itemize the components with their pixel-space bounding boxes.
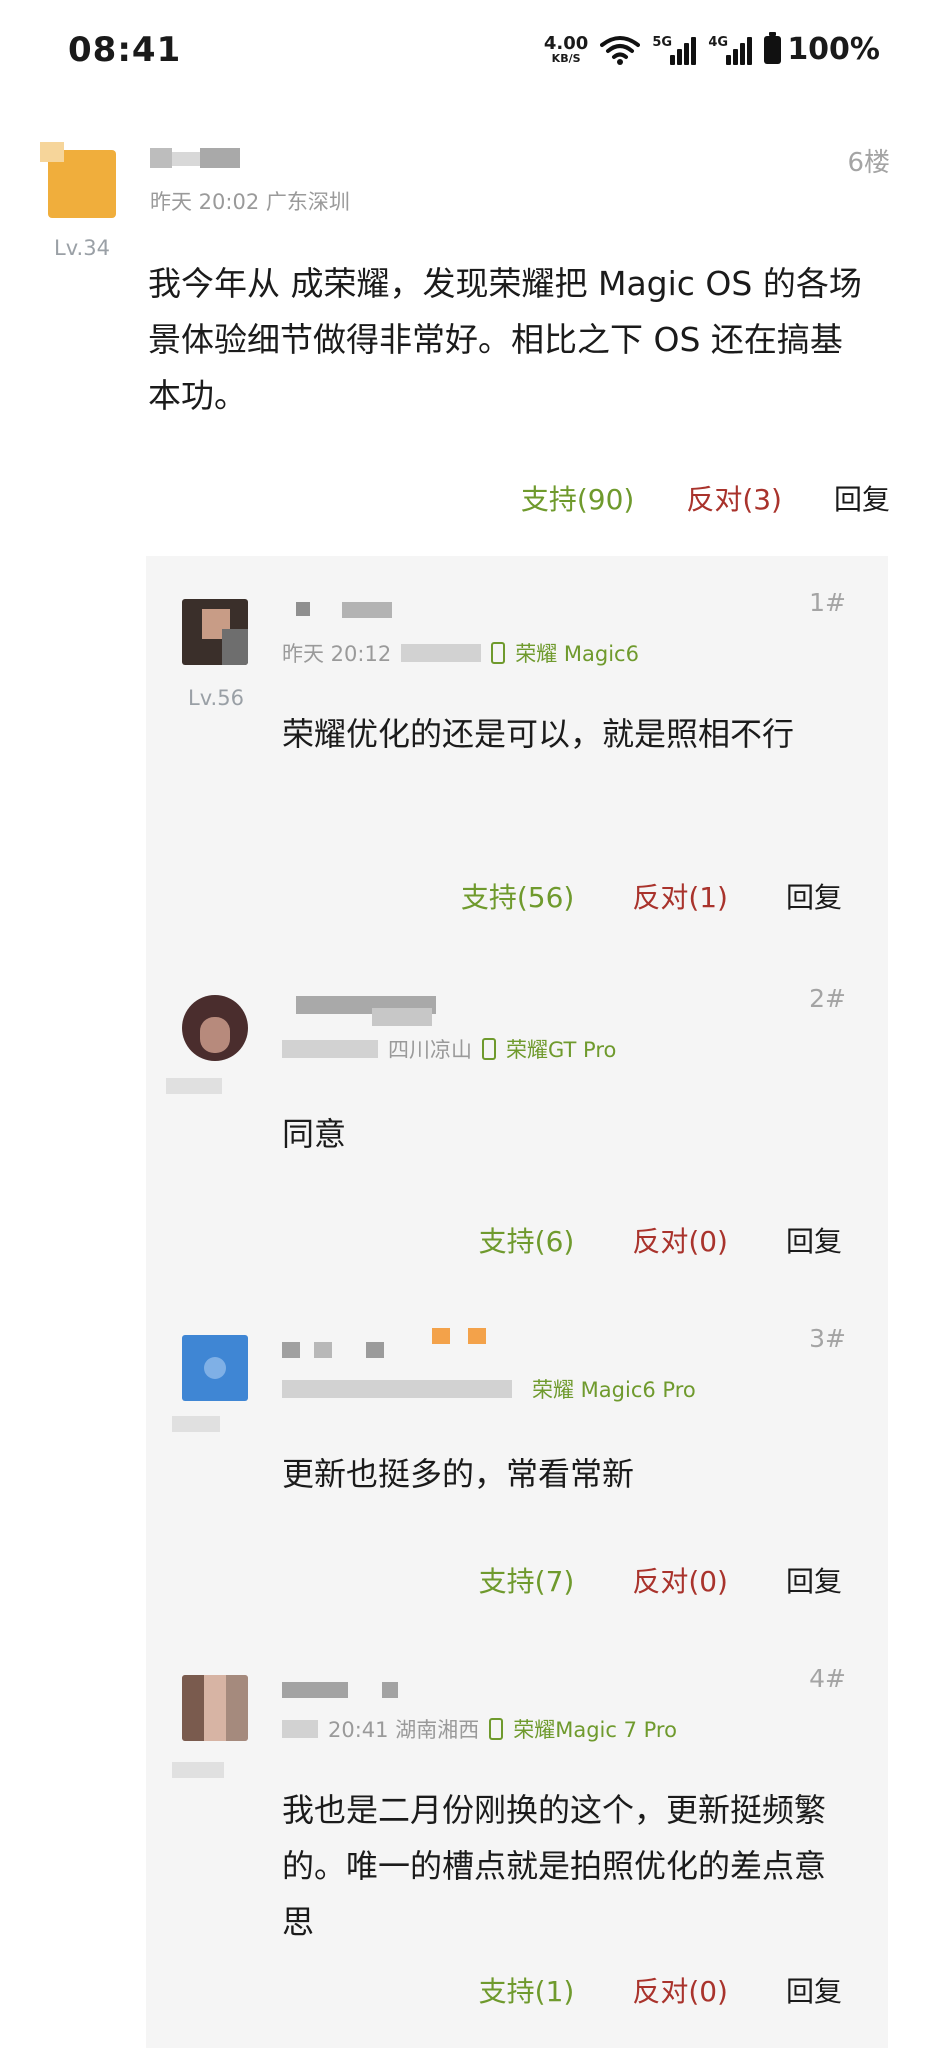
reply-floor: 4# — [809, 1664, 846, 1693]
network-speed: 4.00 KB/S — [543, 33, 589, 65]
oppose-button[interactable]: 反对(0) — [632, 1560, 728, 1600]
support-button[interactable]: 支持(90) — [521, 478, 634, 518]
time-blurred — [282, 1040, 378, 1058]
reply-item: 荣耀 Magic6 Pro 3# 更新也挺多的，常看常新 支持(7) 反对(0)… — [146, 1292, 888, 1632]
location-blurred — [401, 644, 482, 662]
time-blurred — [282, 1720, 318, 1738]
reply-content: 更新也挺多的，常看常新 — [282, 1455, 635, 1493]
device-label: 荣耀 Magic6 — [515, 642, 639, 666]
reply-meta: 昨天 20:12 荣耀 Magic6 — [282, 638, 639, 668]
user-level-blurred — [166, 1078, 222, 1094]
reply-time-location: 20:41 湖南湘西 — [328, 1718, 480, 1742]
post-content: 我今年从 成荣耀，发现荣耀把 Magic OS 的各场景体验细节做得非常好。相比… — [148, 264, 862, 415]
oppose-button[interactable]: 反对(3) — [686, 478, 782, 518]
support-button[interactable]: 支持(1) — [479, 1970, 575, 2010]
floor-number: 6楼 — [847, 148, 890, 178]
oppose-button[interactable]: 反对(0) — [632, 1220, 728, 1260]
avatar[interactable] — [182, 1675, 248, 1741]
replies-panel: 昨天 20:12 荣耀 Magic6 1# Lv.56 荣耀优化的还是可以，就是… — [146, 556, 888, 2048]
reply-button[interactable]: 回复 — [786, 1560, 842, 1600]
avatar[interactable] — [40, 142, 116, 218]
reply-item: 昨天 20:12 荣耀 Magic6 1# Lv.56 荣耀优化的还是可以，就是… — [146, 556, 888, 952]
reply-content: 同意 — [282, 1115, 347, 1153]
reply-meta: 四川凉山 荣耀GT Pro — [282, 1034, 616, 1064]
device-label: 荣耀GT Pro — [506, 1038, 617, 1062]
battery-icon — [764, 31, 782, 64]
reply-location: 四川凉山 — [388, 1038, 472, 1062]
phone-icon — [489, 1718, 504, 1740]
reply-content: 我也是二月份刚换的这个，更新挺频繁的。唯一的槽点就是拍照优化的差点意思 — [282, 1791, 827, 1941]
device-label: 荣耀Magic 7 Pro — [513, 1718, 677, 1742]
signal-5g-icon: 5G — [652, 34, 697, 65]
network-speed-unit: KB/S — [551, 52, 581, 65]
oppose-button[interactable]: 反对(1) — [632, 876, 728, 916]
user-level-blurred — [172, 1762, 224, 1778]
network-speed-value: 4.00 — [543, 33, 589, 54]
reply-actions: 支持(7) 反对(0) 回复 — [479, 1560, 842, 1600]
user-level: Lv.34 — [54, 236, 110, 260]
reply-actions: 支持(1) 反对(0) 回复 — [479, 1970, 842, 2010]
reply-button[interactable]: 回复 — [786, 1970, 842, 2010]
reply-meta: 20:41 湖南湘西 荣耀Magic 7 Pro — [282, 1714, 677, 1744]
reply-time: 昨天 20:12 — [282, 642, 392, 666]
signal-4g-label: 4G — [708, 34, 729, 50]
device-label: 荣耀 Magic6 Pro — [532, 1378, 696, 1402]
avatar[interactable] — [182, 995, 248, 1061]
signal-5g-label: 5G — [652, 34, 673, 50]
status-time: 08:41 — [68, 30, 182, 70]
battery-indicator: 100% — [764, 31, 880, 67]
oppose-button[interactable]: 反对(0) — [632, 1970, 728, 2010]
avatar[interactable] — [182, 1335, 248, 1401]
support-button[interactable]: 支持(6) — [479, 1220, 575, 1260]
support-button[interactable]: 支持(56) — [461, 876, 574, 916]
post-meta: 昨天 20:02 广东深圳 — [150, 190, 350, 214]
wifi-icon — [600, 35, 641, 65]
reply-button[interactable]: 回复 — [786, 876, 842, 916]
phone-icon — [491, 642, 506, 664]
reply-actions: 支持(56) 反对(1) 回复 — [461, 876, 842, 916]
reply-floor: 1# — [809, 588, 846, 617]
reply-button[interactable]: 回复 — [786, 1220, 842, 1260]
reply-floor: 2# — [809, 984, 846, 1013]
time-location-blurred — [282, 1380, 512, 1398]
reply-button[interactable]: 回复 — [834, 478, 890, 518]
status-bar: 08:41 4.00 KB/S 5G 4G 100% — [0, 0, 932, 100]
reply-item: 四川凉山 荣耀GT Pro 2# 同意 支持(6) 反对(0) 回复 — [146, 952, 888, 1292]
status-indicators: 4.00 KB/S 5G 4G 100% — [543, 31, 880, 67]
support-button[interactable]: 支持(7) — [479, 1560, 575, 1600]
user-level-blurred — [172, 1416, 220, 1432]
phone-icon — [482, 1038, 496, 1060]
reply-item: 20:41 湖南湘西 荣耀Magic 7 Pro 4# 我也是二月份刚换的这个，… — [146, 1632, 888, 2048]
reply-meta: 荣耀 Magic6 Pro — [282, 1374, 696, 1404]
user-level: Lv.56 — [188, 686, 244, 710]
battery-level: 100% — [787, 32, 880, 67]
signal-4g-icon: 4G — [708, 34, 753, 65]
reply-floor: 3# — [809, 1324, 846, 1353]
post-actions: 支持(90) 反对(3) 回复 — [521, 478, 890, 518]
reply-content: 荣耀优化的还是可以，就是照相不行 — [282, 715, 795, 753]
avatar[interactable] — [182, 599, 248, 665]
reply-actions: 支持(6) 反对(0) 回复 — [479, 1220, 842, 1260]
